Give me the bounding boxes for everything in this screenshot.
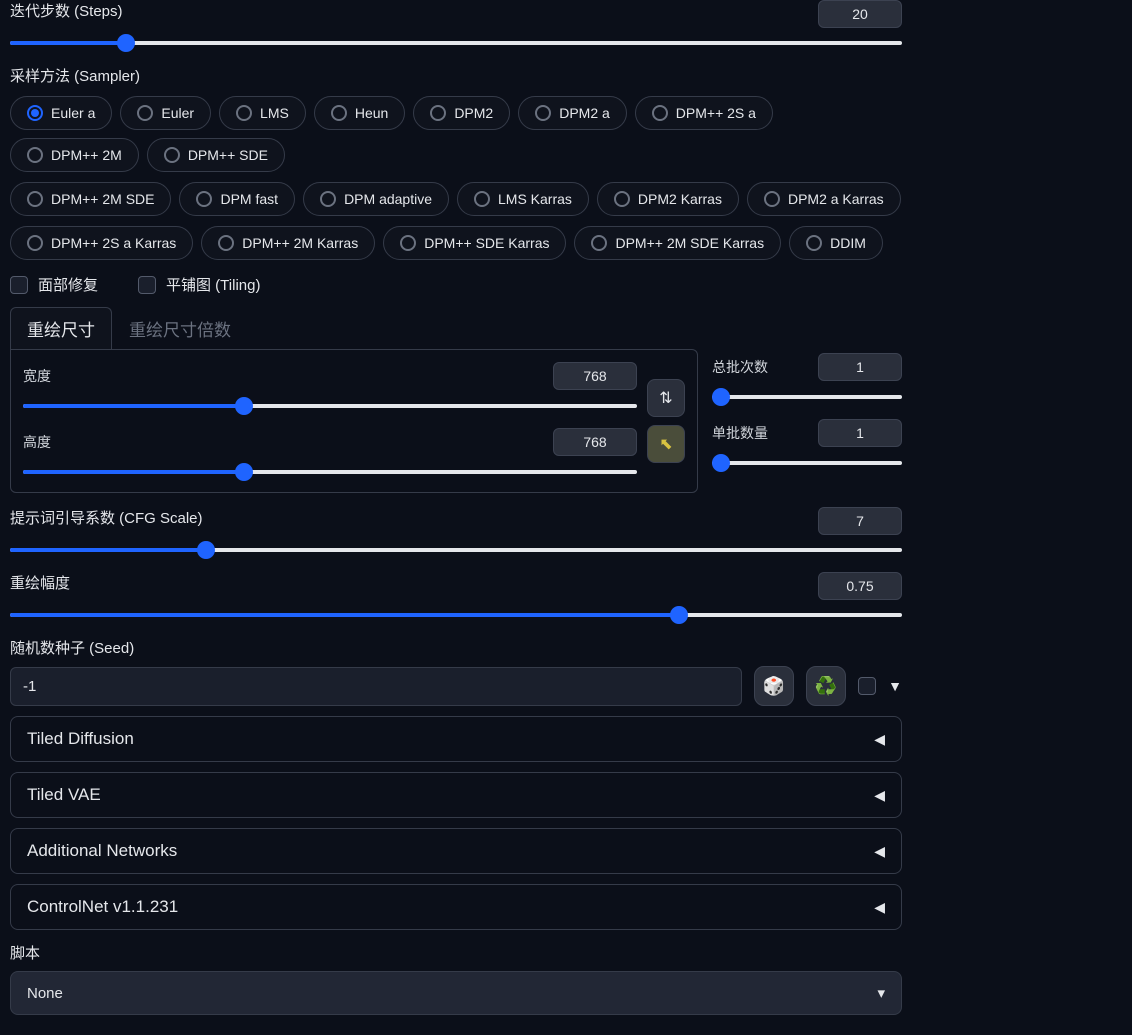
restore-faces-checkbox[interactable]: 面部修复 — [10, 274, 98, 295]
random-seed-button[interactable]: 🎲 — [754, 666, 794, 706]
sampler-option-label: DPM2 a — [559, 105, 610, 121]
batch-size-input[interactable]: 1 — [818, 419, 902, 447]
sampler-option-label: DPM++ 2M Karras — [242, 235, 358, 251]
sampler-option-label: LMS — [260, 105, 289, 121]
sampler-option-euler-a[interactable]: Euler a — [10, 96, 112, 130]
batch-count-slider[interactable] — [712, 389, 902, 405]
denoise-slider[interactable] — [10, 607, 902, 623]
sampler-option-label: Euler a — [51, 105, 95, 121]
script-selected-value: None — [27, 985, 63, 1002]
sampler-option-label: DPM++ SDE Karras — [424, 235, 549, 251]
seed-input[interactable] — [10, 667, 742, 706]
sampler-option-dpmpp2msde[interactable]: DPM++ 2M SDE — [10, 182, 171, 216]
batch-size-slider[interactable] — [712, 455, 902, 471]
seed-extras-checkbox[interactable] — [858, 677, 876, 695]
sampler-option-label: DPM fast — [220, 191, 278, 207]
sampler-option-euler[interactable]: Euler — [120, 96, 211, 130]
sampler-option-label: DDIM — [830, 235, 866, 251]
height-slider[interactable] — [23, 464, 637, 480]
sampler-option-dpmppsde[interactable]: DPM++ SDE — [147, 138, 285, 172]
tiling-label: 平铺图 (Tiling) — [166, 274, 260, 295]
sampler-option-dpm2karras[interactable]: DPM2 Karras — [597, 182, 739, 216]
tab-resize-mult[interactable]: 重绘尺寸倍数 — [112, 307, 248, 349]
sampler-option-label: DPM++ 2M SDE — [51, 191, 154, 207]
accordion-title: Tiled Diffusion — [27, 729, 134, 749]
sampler-option-lms[interactable]: LMS — [219, 96, 306, 130]
cfg-label: 提示词引导系数 (CFG Scale) — [10, 507, 203, 528]
sampler-option-lmskarras[interactable]: LMS Karras — [457, 182, 589, 216]
sampler-option-label: DPM2 Karras — [638, 191, 722, 207]
sampler-option-dpm2akarras[interactable]: DPM2 a Karras — [747, 182, 901, 216]
width-label: 宽度 — [23, 366, 51, 386]
sampler-option-label: DPM++ 2M — [51, 147, 122, 163]
tiled-vae-accordion[interactable]: Tiled VAE ◀ — [10, 772, 902, 818]
sampler-option-dpm2[interactable]: DPM2 — [413, 96, 510, 130]
sampler-option-label: DPM2 a Karras — [788, 191, 884, 207]
chevron-left-icon: ◀ — [874, 731, 885, 748]
sampler-option-dpmadaptive[interactable]: DPM adaptive — [303, 182, 449, 216]
script-select[interactable]: None ▾ — [10, 971, 902, 1015]
steps-slider[interactable] — [10, 35, 902, 51]
controlnet-accordion[interactable]: ControlNet v1.1.231 ◀ — [10, 884, 902, 930]
sampler-option-dpmpp2sa[interactable]: DPM++ 2S a — [635, 96, 773, 130]
sampler-label: 采样方法 (Sampler) — [10, 65, 902, 86]
tab-resize[interactable]: 重绘尺寸 — [10, 307, 112, 349]
sampler-radio-group: Euler a Euler LMS Heun DPM2 DPM2 a DPM++… — [10, 96, 902, 172]
sampler-option-label: Heun — [355, 105, 388, 121]
chevron-left-icon: ◀ — [874, 787, 885, 804]
sampler-option-dpmpp2msdekarras[interactable]: DPM++ 2M SDE Karras — [574, 226, 781, 260]
sampler-option-label: DPM2 — [454, 105, 493, 121]
steps-value-input[interactable]: 20 — [818, 0, 902, 28]
batch-count-label: 总批次数 — [712, 357, 768, 377]
sampler-option-dpmfast[interactable]: DPM fast — [179, 182, 295, 216]
cfg-slider[interactable] — [10, 542, 902, 558]
sampler-option-label: LMS Karras — [498, 191, 572, 207]
steps-label: 迭代步数 (Steps) — [10, 0, 123, 21]
chevron-left-icon: ◀ — [874, 899, 885, 916]
sampler-option-label: Euler — [161, 105, 194, 121]
accordion-title: Additional Networks — [27, 841, 177, 861]
sampler-option-heun[interactable]: Heun — [314, 96, 405, 130]
chevron-down-icon: ▾ — [877, 984, 885, 1002]
width-slider[interactable] — [23, 398, 637, 414]
dice-icon: 🎲 — [763, 676, 785, 697]
script-label: 脚本 — [10, 942, 902, 963]
additional-networks-accordion[interactable]: Additional Networks ◀ — [10, 828, 902, 874]
chevron-left-icon: ◀ — [874, 843, 885, 860]
sampler-option-label: DPM++ 2S a — [676, 105, 756, 121]
batch-count-input[interactable]: 1 — [818, 353, 902, 381]
sampler-option-dpmpp2m[interactable]: DPM++ 2M — [10, 138, 139, 172]
sampler-option-ddim[interactable]: DDIM — [789, 226, 883, 260]
tiling-checkbox[interactable]: 平铺图 (Tiling) — [138, 274, 260, 295]
seed-dropdown-toggle[interactable]: ▼ — [888, 678, 902, 694]
sampler-option-label: DPM++ SDE — [188, 147, 268, 163]
sampler-option-dpm2a[interactable]: DPM2 a — [518, 96, 627, 130]
denoise-value-input[interactable]: 0.75 — [818, 572, 902, 600]
reuse-seed-button[interactable]: ♻️ — [806, 666, 846, 706]
seed-label: 随机数种子 (Seed) — [10, 637, 902, 658]
width-value-input[interactable]: 768 — [553, 362, 637, 390]
height-value-input[interactable]: 768 — [553, 428, 637, 456]
denoise-label: 重绘幅度 — [10, 572, 70, 593]
tiled-diffusion-accordion[interactable]: Tiled Diffusion ◀ — [10, 716, 902, 762]
height-label: 高度 — [23, 432, 51, 452]
sampler-option-dpmpp2mkarras[interactable]: DPM++ 2M Karras — [201, 226, 375, 260]
cursor-icon: ⬉ — [659, 434, 672, 454]
sampler-option-label: DPM++ 2S a Karras — [51, 235, 176, 251]
accordion-title: Tiled VAE — [27, 785, 101, 805]
sampler-option-label: DPM adaptive — [344, 191, 432, 207]
batch-size-label: 单批数量 — [712, 423, 768, 443]
cfg-value-input[interactable]: 7 — [818, 507, 902, 535]
accordion-title: ControlNet v1.1.231 — [27, 897, 178, 917]
swap-icon: ⇅ — [659, 388, 672, 408]
recycle-icon: ♻️ — [815, 676, 837, 697]
sampler-option-label: DPM++ 2M SDE Karras — [615, 235, 764, 251]
size-cursor-button[interactable]: ⬉ — [647, 425, 685, 463]
sampler-option-dpmppsdekarras[interactable]: DPM++ SDE Karras — [383, 226, 566, 260]
restore-faces-label: 面部修复 — [38, 274, 98, 295]
sampler-option-dpmpp2sakarras[interactable]: DPM++ 2S a Karras — [10, 226, 193, 260]
swap-dimensions-button[interactable]: ⇅ — [647, 379, 685, 417]
